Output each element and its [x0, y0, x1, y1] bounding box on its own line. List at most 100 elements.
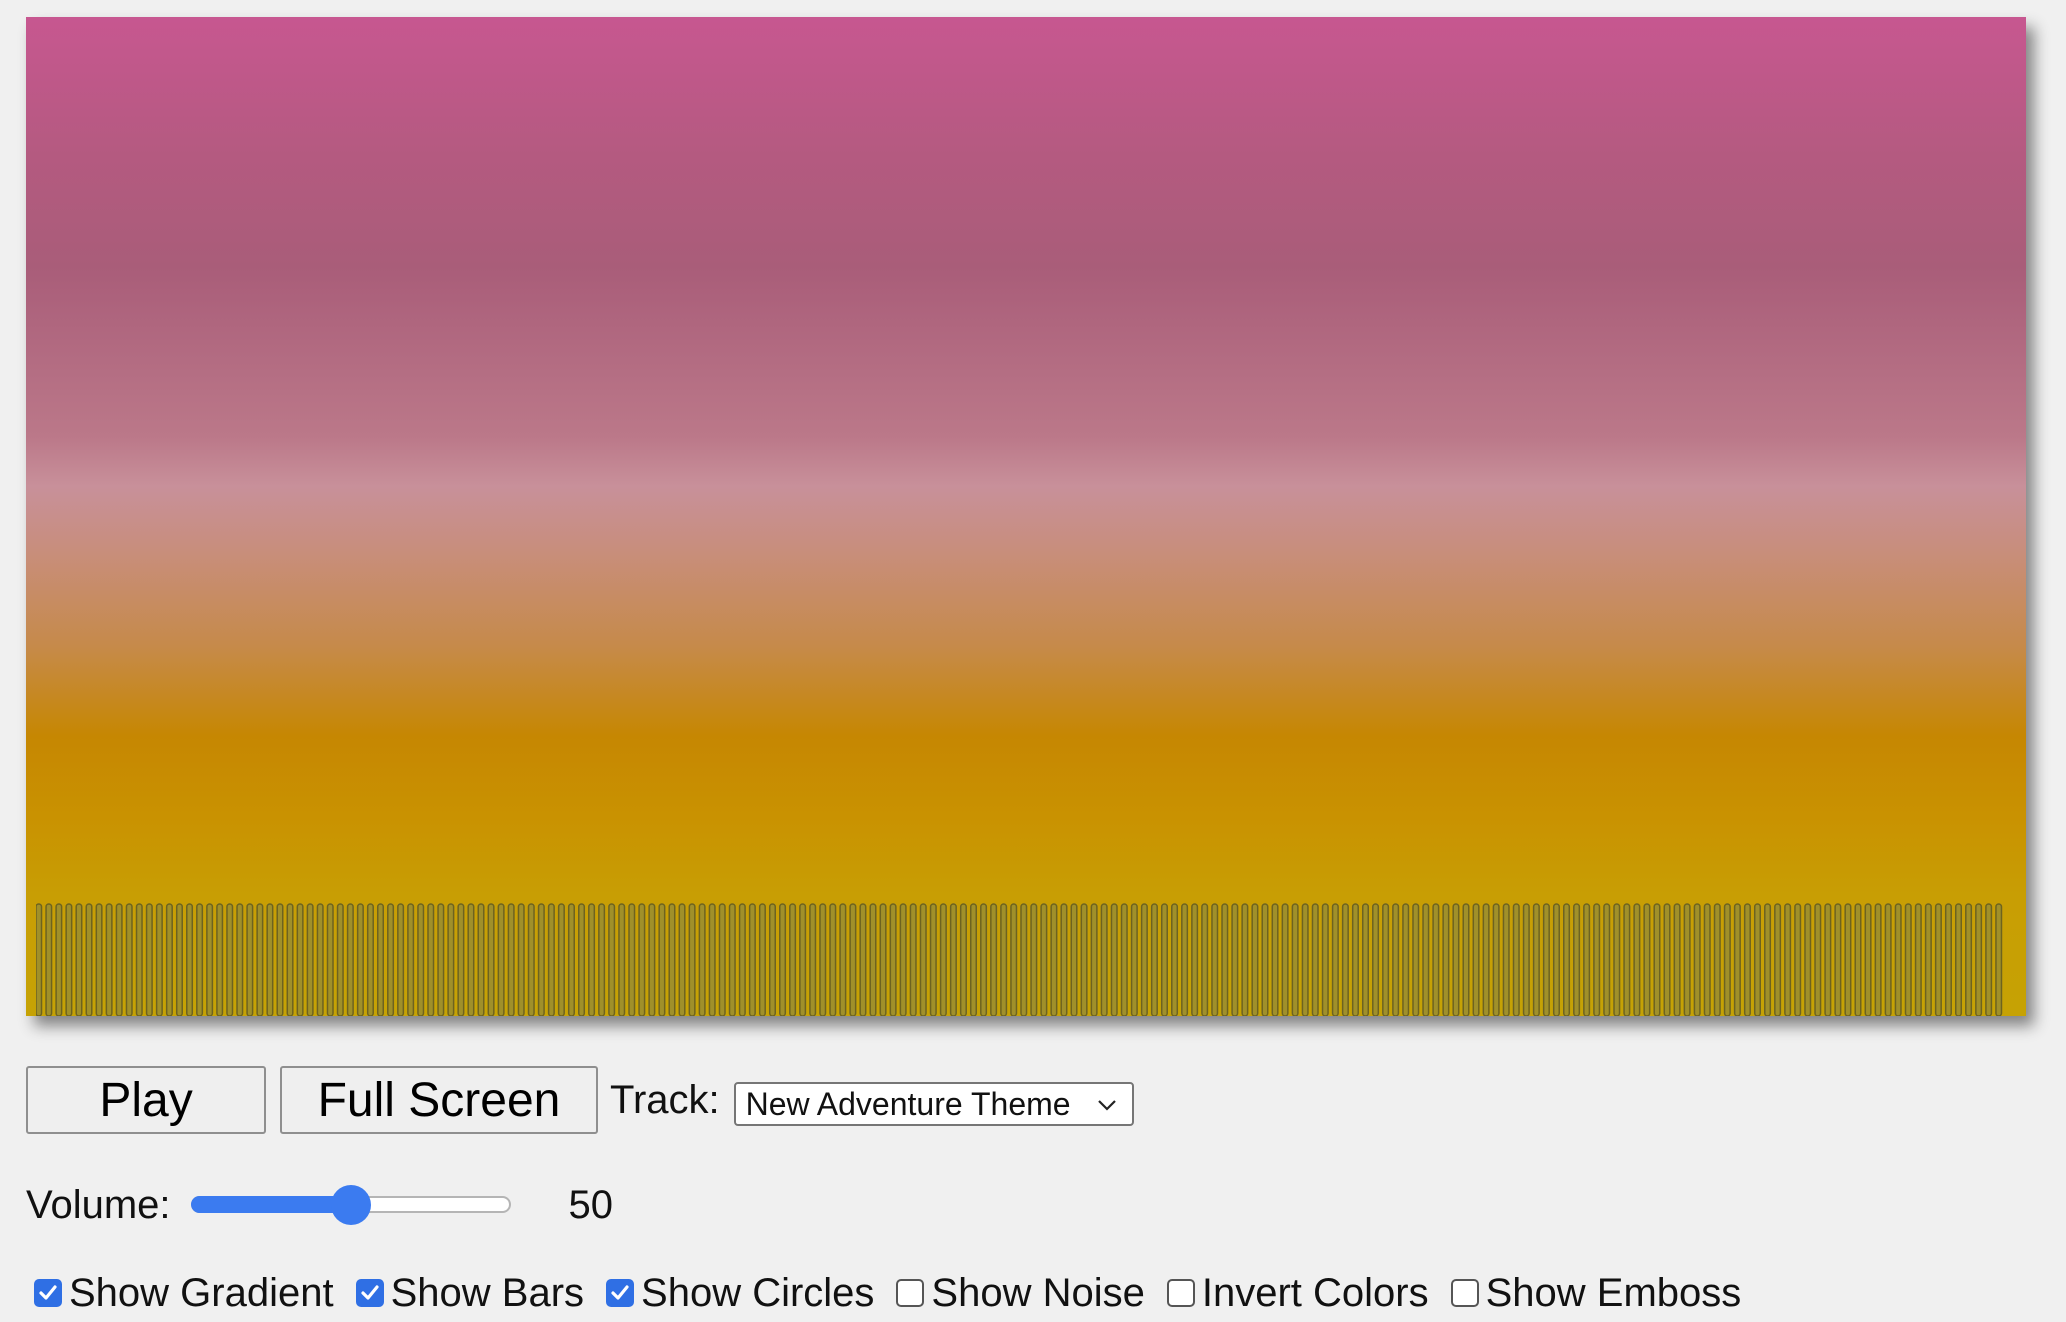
frequency-bar [175, 903, 183, 1016]
frequency-bar [1954, 903, 1963, 1016]
frequency-bar [929, 903, 937, 1016]
visualizer-canvas[interactable] [26, 17, 2026, 1016]
frequency-bar [1181, 903, 1189, 1016]
frequency-bar [1985, 903, 1993, 1016]
frequency-bar [1000, 903, 1008, 1016]
checkbox[interactable] [896, 1279, 925, 1307]
frequency-bar [1854, 903, 1862, 1016]
frequency-bar [1271, 903, 1279, 1016]
frequency-bar [286, 903, 294, 1016]
frequency-bar [949, 903, 957, 1016]
checkmark-icon [611, 1285, 629, 1300]
option-show-circles[interactable]: Show Circles [606, 1271, 874, 1316]
track-select[interactable]: New Adventure Theme [733, 1082, 1134, 1126]
volume-slider-fill [190, 1196, 351, 1213]
frequency-bar [1623, 903, 1631, 1016]
checkbox[interactable] [1450, 1279, 1479, 1307]
frequency-bars [36, 902, 2006, 1016]
frequency-bar [507, 903, 515, 1016]
checkbox[interactable] [606, 1279, 635, 1307]
volume-slider-thumb[interactable] [330, 1185, 371, 1225]
frequency-bar [1221, 903, 1229, 1016]
frequency-bar [75, 903, 83, 1016]
frequency-bar [155, 903, 163, 1016]
frequency-bar [326, 903, 334, 1016]
frequency-bar [407, 903, 415, 1016]
option-show-noise[interactable]: Show Noise [896, 1270, 1145, 1316]
frequency-bar [246, 903, 254, 1016]
frequency-bar [578, 903, 586, 1016]
frequency-bar [1110, 903, 1118, 1016]
frequency-bar [1442, 903, 1450, 1016]
frequency-bar [849, 903, 857, 1016]
frequency-bar [296, 903, 304, 1016]
frequency-bar [869, 903, 877, 1016]
display-options: Show Gradient Show Bars Show Circles Show N… [34, 1265, 1763, 1321]
frequency-bar [1402, 903, 1410, 1016]
frequency-bar [728, 903, 736, 1016]
frequency-bar [1281, 903, 1289, 1016]
frequency-bar [1171, 903, 1179, 1016]
frequency-bar [1764, 903, 1772, 1016]
frequency-bar [1794, 903, 1802, 1016]
option-label: Show Bars [390, 1270, 585, 1315]
frequency-bars-svg [36, 903, 2003, 1016]
frequency-bar [1050, 903, 1058, 1016]
frequency-bar [1643, 903, 1651, 1016]
checkbox[interactable] [34, 1279, 62, 1307]
frequency-bar [366, 903, 374, 1016]
option-show-gradient[interactable]: Show Gradient [34, 1271, 334, 1316]
volume-slider[interactable] [190, 1185, 511, 1225]
frequency-bar [457, 903, 465, 1016]
frequency-bar [1613, 903, 1621, 1016]
frequency-bar [276, 903, 284, 1016]
frequency-bar [1030, 903, 1038, 1016]
frequency-bar [1120, 903, 1128, 1016]
fullscreen-button[interactable]: Full Screen [280, 1066, 598, 1134]
option-show-bars[interactable]: Show Bars [355, 1270, 585, 1316]
frequency-bar [45, 903, 53, 1016]
frequency-bar [1432, 903, 1440, 1016]
frequency-bar [1603, 903, 1611, 1016]
frequency-bar [1211, 903, 1219, 1016]
frequency-bar [85, 903, 93, 1016]
option-label: Show Gradient [69, 1270, 334, 1315]
option-label: Show Noise [931, 1270, 1145, 1315]
frequency-bar [165, 903, 173, 1016]
frequency-bar [196, 903, 204, 1016]
frequency-bar [1563, 903, 1571, 1016]
play-button[interactable]: Play [26, 1066, 266, 1134]
frequency-bar [1422, 903, 1430, 1016]
frequency-bar [1372, 903, 1380, 1016]
frequency-bar [1261, 903, 1269, 1016]
frequency-bar [1150, 903, 1158, 1016]
frequency-bar [306, 903, 314, 1016]
frequency-bar [1452, 903, 1460, 1016]
frequency-bar [1814, 903, 1822, 1016]
frequency-bar [256, 903, 264, 1016]
checkbox[interactable] [355, 1279, 384, 1307]
option-invert-colors[interactable]: Invert Colors [1166, 1271, 1429, 1316]
frequency-bar [899, 903, 907, 1016]
volume-label: Volume: [26, 1182, 171, 1227]
frequency-bar [980, 903, 988, 1016]
frequency-bar [1100, 903, 1108, 1016]
option-show-emboss[interactable]: Show Emboss [1450, 1271, 1741, 1316]
frequency-bar [738, 903, 746, 1016]
checkbox[interactable] [1166, 1279, 1195, 1307]
frequency-bar [1472, 903, 1480, 1016]
frequency-bar [477, 903, 485, 1016]
frequency-bar [517, 903, 525, 1016]
frequency-bar [939, 903, 947, 1016]
frequency-bar [1502, 903, 1510, 1016]
frequency-bar [1492, 903, 1500, 1016]
frequency-bar [1542, 903, 1550, 1016]
frequency-bar [1784, 903, 1792, 1016]
frequency-bar [608, 903, 616, 1016]
frequency-bar [115, 903, 123, 1016]
frequency-bar [648, 903, 656, 1016]
frequency-bar [1753, 903, 1761, 1016]
frequency-bar [336, 903, 344, 1016]
frequency-bar [346, 903, 354, 1016]
frequency-bar [55, 903, 63, 1016]
